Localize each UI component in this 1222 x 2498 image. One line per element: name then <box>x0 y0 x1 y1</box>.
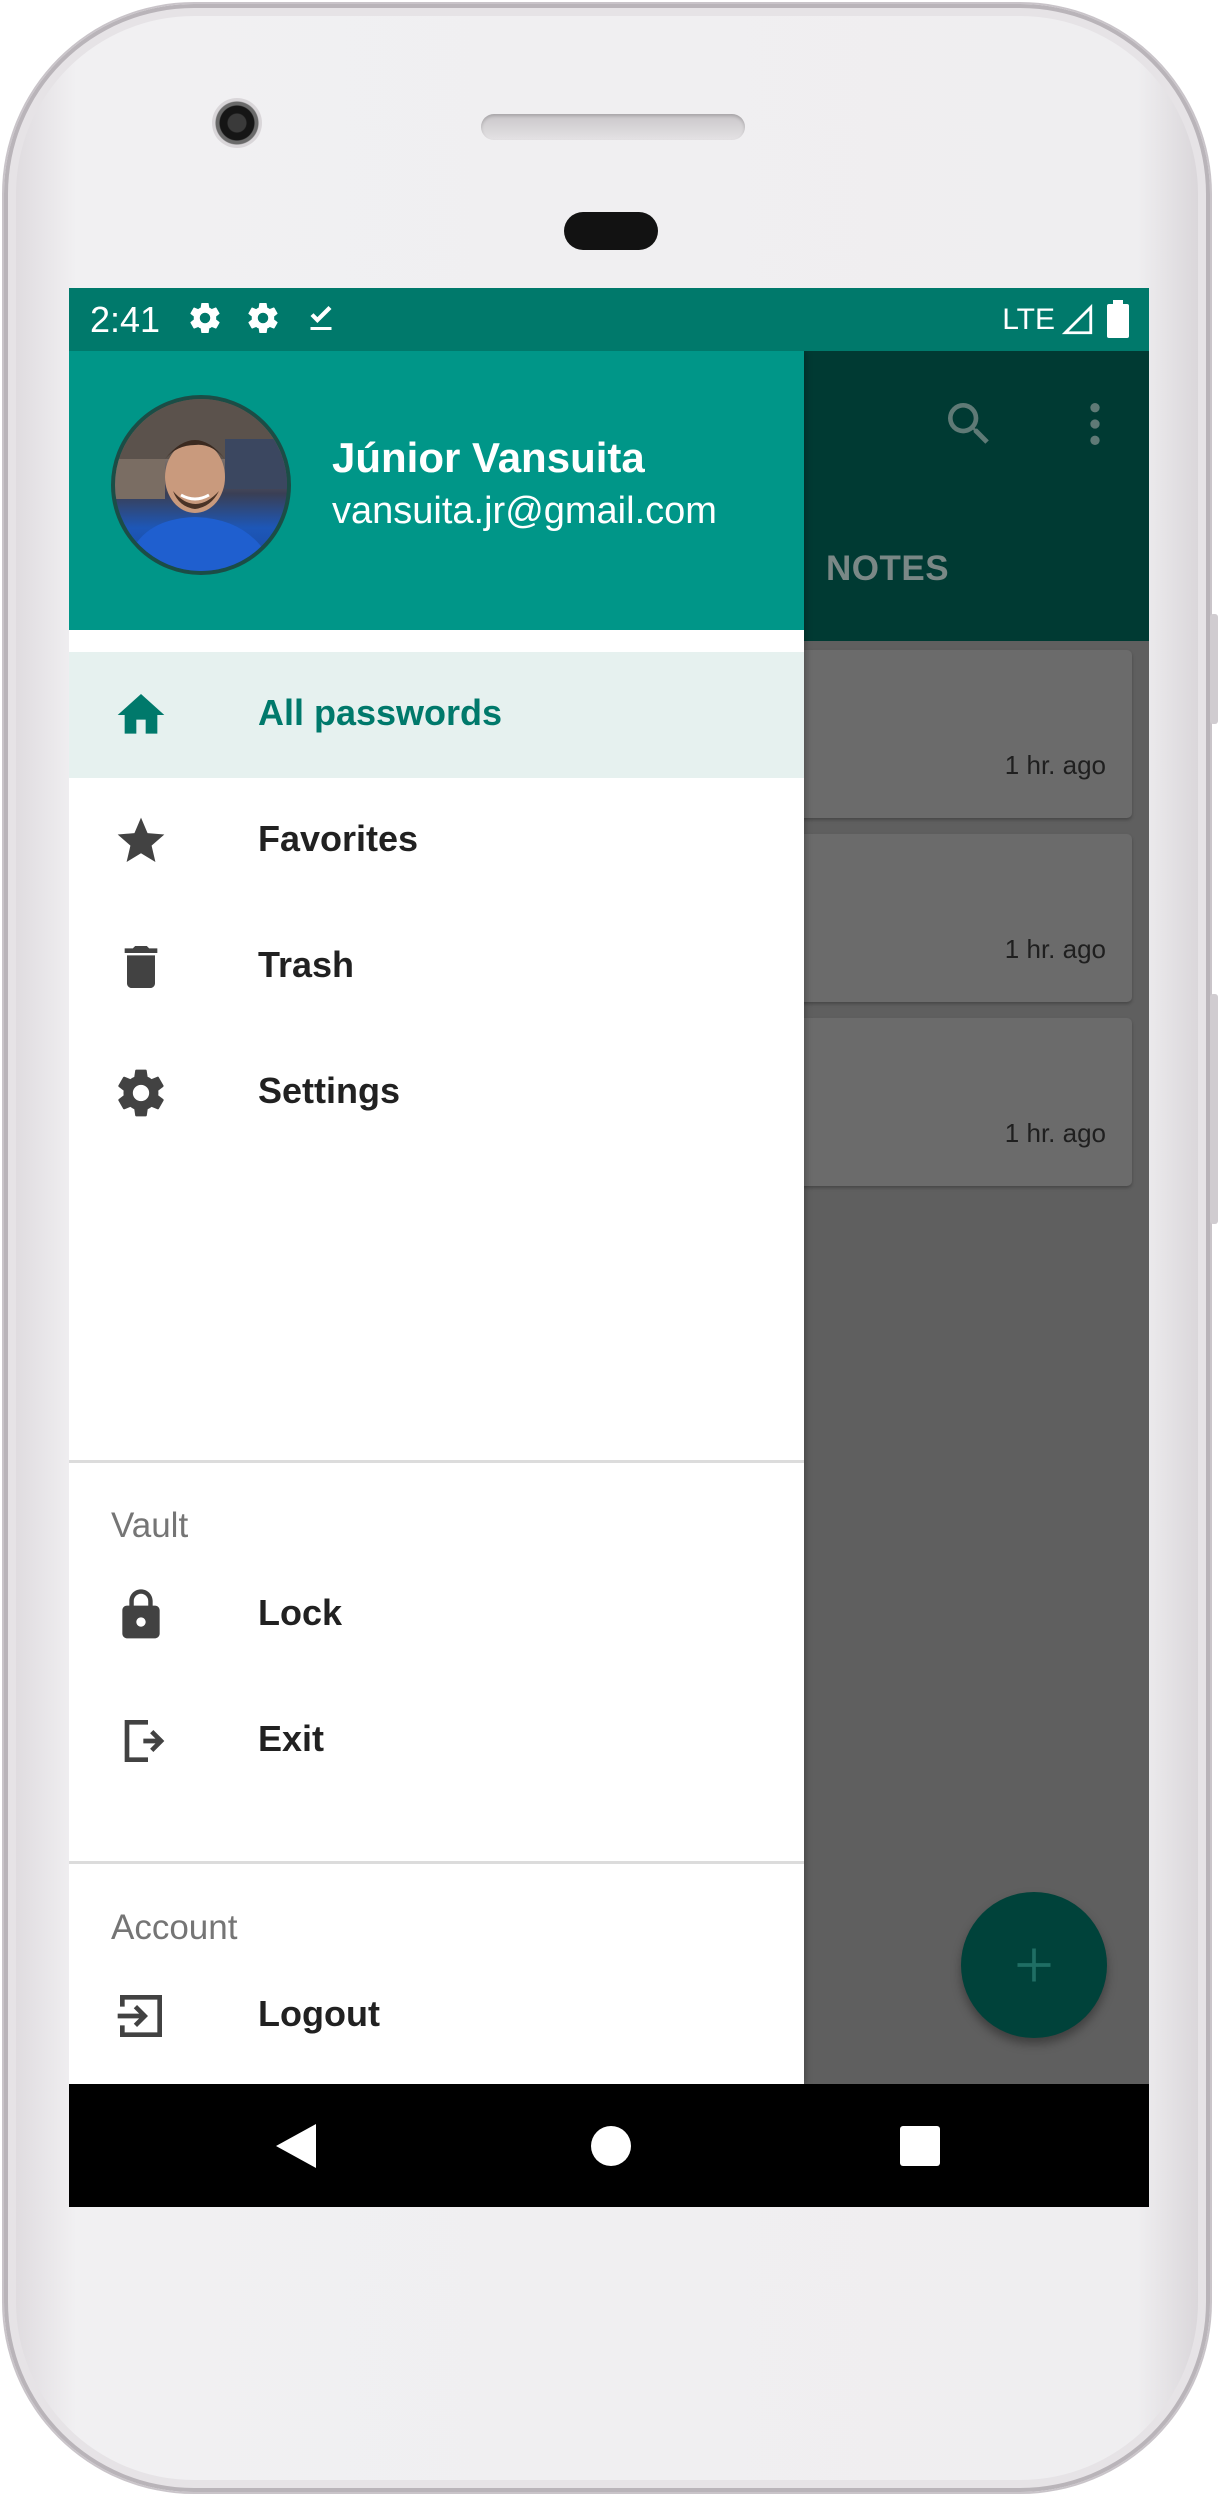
section-title-vault: Vault <box>111 1506 189 1545</box>
status-time: 2:41 <box>90 299 161 340</box>
power-button <box>1210 614 1218 724</box>
drawer-item-trash[interactable]: Trash <box>69 904 804 1030</box>
screen: 2:41 LTE NOTES 1 hr. ago 1 hr. ago 1 hr.… <box>69 288 1149 2207</box>
list-item[interactable]: 1 hr. ago <box>799 650 1132 818</box>
logout-icon <box>113 1988 169 2044</box>
back-icon[interactable] <box>276 2124 316 2168</box>
avatar[interactable] <box>111 395 291 575</box>
user-name: Júnior Vansuita <box>332 434 645 481</box>
drawer-item-logout[interactable]: Logout <box>69 1953 804 2079</box>
plus-icon <box>1017 1948 1051 1982</box>
battery-icon <box>1107 300 1129 338</box>
drawer-item-all-passwords[interactable]: All passwords <box>69 652 804 778</box>
drawer-item-settings[interactable]: Settings <box>69 1030 804 1156</box>
network-indicator: LTE <box>1002 302 1095 338</box>
more-vert-icon[interactable] <box>1067 396 1123 452</box>
drawer-item-favorites[interactable]: Favorites <box>69 778 804 904</box>
notification-icons <box>187 300 339 336</box>
volume-button <box>1210 994 1218 1224</box>
item-timestamp: 1 hr. ago <box>1004 934 1106 964</box>
exit-icon <box>113 1713 169 1769</box>
drawer-item-label: Trash <box>258 944 355 985</box>
tab-notes[interactable]: NOTES <box>826 549 949 589</box>
drawer-item-label: Settings <box>258 1070 401 1111</box>
drawer-item-label: Lock <box>258 1592 343 1633</box>
recents-button[interactable] <box>900 2126 940 2166</box>
add-fab-button[interactable] <box>961 1892 1107 2038</box>
trash-icon <box>113 939 169 995</box>
home-button[interactable] <box>591 2126 631 2166</box>
divider <box>69 1460 804 1463</box>
drawer-item-label: All passwords <box>258 692 503 733</box>
star-icon <box>113 813 169 869</box>
navigation-drawer: Júnior Vansuita vansuita.jr@gmail.com Al… <box>69 351 804 2084</box>
settings-icon <box>248 303 278 334</box>
download-done-icon <box>310 306 332 330</box>
list-item[interactable]: 1 hr. ago <box>799 834 1132 1002</box>
home-icon <box>113 687 169 743</box>
avatar-photo <box>115 399 287 571</box>
drawer-item-label: Logout <box>258 1993 380 2034</box>
user-email: vansuita.jr@gmail.com <box>332 490 717 532</box>
search-icon[interactable] <box>941 396 997 452</box>
list-item[interactable]: 1 hr. ago <box>799 1018 1132 1186</box>
settings-icon <box>190 303 220 334</box>
proximity-sensor <box>564 212 658 250</box>
network-label: LTE <box>1002 303 1055 336</box>
drawer-item-exit[interactable]: Exit <box>69 1678 804 1804</box>
divider <box>69 1861 804 1864</box>
drawer-item-label: Exit <box>258 1718 325 1759</box>
system-nav-bar <box>69 2084 1149 2207</box>
status-bar: 2:41 LTE <box>69 288 1149 351</box>
item-timestamp: 1 hr. ago <box>1004 1118 1106 1148</box>
lock-icon <box>113 1587 169 1643</box>
phone-frame: 2:41 LTE NOTES 1 hr. ago 1 hr. ago 1 hr.… <box>4 4 1218 2492</box>
section-title-account: Account <box>111 1908 238 1947</box>
drawer-item-lock[interactable]: Lock <box>69 1552 804 1678</box>
gear-icon <box>113 1065 169 1121</box>
front-camera <box>212 98 262 148</box>
signal-icon <box>1061 303 1093 335</box>
drawer-header: Júnior Vansuita vansuita.jr@gmail.com <box>69 351 804 630</box>
item-timestamp: 1 hr. ago <box>1004 750 1106 780</box>
earpiece-speaker <box>481 114 745 140</box>
drawer-item-label: Favorites <box>258 818 419 859</box>
